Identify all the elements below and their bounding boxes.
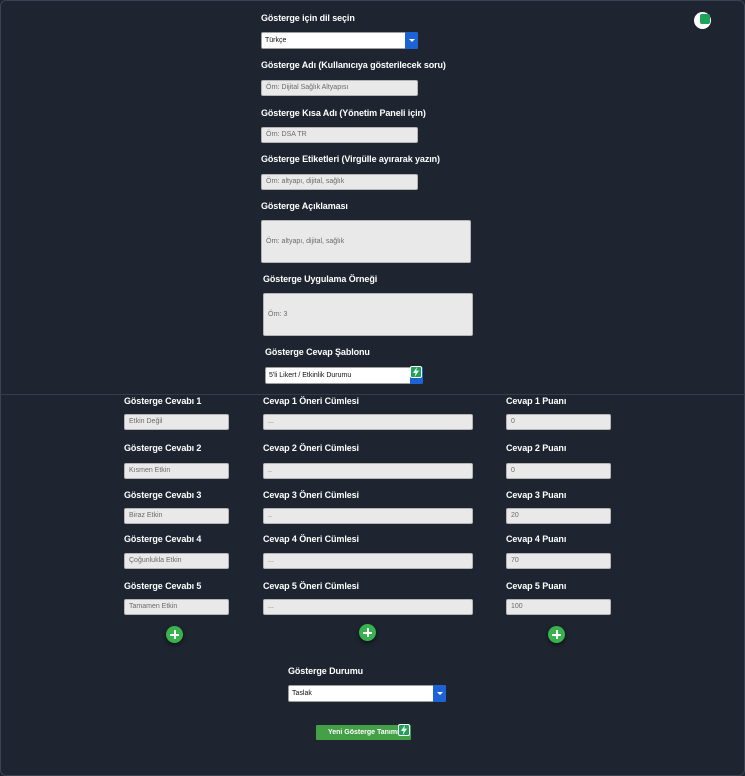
indicator-name-label: Gösterge Adı (Kullanıcıya gösterilecek s… bbox=[261, 60, 446, 70]
sentence-label-2: Cevap 2 Öneri Cümlesi bbox=[263, 443, 359, 453]
sentence-label-1: Cevap 1 Öneri Cümlesi bbox=[263, 396, 359, 406]
score-label-2: Cevap 2 Puanı bbox=[506, 443, 567, 453]
short-name-input[interactable]: Örn: DSA TR bbox=[261, 127, 418, 143]
score-label-4: Cevap 4 Puanı bbox=[506, 534, 567, 544]
add-answer-button[interactable] bbox=[166, 626, 183, 643]
example-textarea[interactable]: Örn: 3 bbox=[263, 293, 473, 336]
sentence-input-2[interactable]: .. bbox=[263, 463, 473, 479]
score-label-1: Cevap 1 Puanı bbox=[506, 396, 567, 406]
tags-label: Gösterge Etiketleri (Virgülle ayırarak y… bbox=[261, 154, 440, 164]
score-input-1[interactable]: 0 bbox=[506, 414, 611, 430]
answer-input-5[interactable]: Tamamen Etkin bbox=[124, 599, 229, 615]
sentence-input-3[interactable]: .. bbox=[263, 508, 473, 524]
answer-label-5: Gösterge Cevabı 5 bbox=[124, 581, 202, 591]
chevron-down-icon[interactable] bbox=[433, 685, 446, 702]
example-label: Gösterge Uygulama Örneği bbox=[263, 274, 378, 284]
sentence-input-1[interactable]: ... bbox=[263, 414, 473, 430]
language-label: Gösterge için dil seçin bbox=[261, 13, 355, 23]
lightning-badge-icon[interactable] bbox=[410, 366, 422, 378]
answer-template-label: Gösterge Cevap Şablonu bbox=[265, 347, 370, 357]
short-name-label: Gösterge Kısa Adı (Yönetim Paneli için) bbox=[261, 108, 426, 118]
tags-input[interactable]: Örn: altyapı, dijital, sağlık bbox=[261, 174, 418, 190]
sentence-label-3: Cevap 3 Öneri Cümlesi bbox=[263, 490, 359, 500]
description-placeholder: Örn: altyapı, dijital, sağlık bbox=[266, 238, 345, 245]
answer-label-4: Gösterge Cevabı 4 bbox=[124, 534, 202, 544]
answer-input-2[interactable]: Kısmen Etkin bbox=[124, 463, 229, 479]
chevron-down-icon[interactable] bbox=[405, 32, 418, 49]
sentence-input-5[interactable]: ... bbox=[263, 599, 473, 615]
language-selected: Türkçe bbox=[265, 37, 287, 44]
score-input-3[interactable]: 20 bbox=[506, 508, 611, 524]
answer-input-4[interactable]: Çoğunlukla Etkin bbox=[124, 553, 229, 569]
status-select[interactable]: Taslak bbox=[288, 685, 446, 702]
example-placeholder: Örn: 3 bbox=[268, 311, 288, 318]
answer-template-selected: 5'li Likert / Etkinlik Durumu bbox=[269, 372, 352, 379]
add-score-button[interactable] bbox=[548, 626, 565, 643]
section-divider bbox=[0, 394, 745, 395]
score-label-5: Cevap 5 Puanı bbox=[506, 581, 567, 591]
answer-label-3: Gösterge Cevabı 3 bbox=[124, 490, 202, 500]
description-textarea[interactable]: Örn: altyapı, dijital, sağlık bbox=[261, 220, 471, 263]
description-label: Gösterge Açıklaması bbox=[261, 201, 348, 211]
sentence-label-5: Cevap 5 Öneri Cümlesi bbox=[263, 581, 359, 591]
score-input-5[interactable]: 100 bbox=[506, 599, 611, 615]
status-label: Gösterge Durumu bbox=[288, 666, 364, 676]
status-selected: Taslak bbox=[292, 690, 312, 697]
answer-label-2: Gösterge Cevabı 2 bbox=[124, 443, 202, 453]
sentence-label-4: Cevap 4 Öneri Cümlesi bbox=[263, 534, 359, 544]
score-input-4[interactable]: 70 bbox=[506, 553, 611, 569]
answer-input-3[interactable]: Biraz Etkin bbox=[124, 508, 229, 524]
answer-input-1[interactable]: Etkin Değil bbox=[124, 414, 229, 430]
lightning-badge-icon[interactable] bbox=[398, 724, 410, 736]
extension-bolt-icon[interactable] bbox=[694, 12, 711, 29]
indicator-name-input[interactable]: Örn: Dijital Sağlık Altyapısı bbox=[261, 80, 418, 96]
score-label-3: Cevap 3 Puanı bbox=[506, 490, 567, 500]
answer-label-1: Gösterge Cevabı 1 bbox=[124, 396, 202, 406]
language-select[interactable]: Türkçe bbox=[261, 32, 418, 49]
answer-template-select[interactable]: 5'li Likert / Etkinlik Durumu bbox=[265, 367, 423, 384]
submit-button[interactable]: Yeni Gösterge Tanımı bbox=[316, 725, 411, 740]
sentence-input-4[interactable]: ... bbox=[263, 553, 473, 569]
score-input-2[interactable]: 0 bbox=[506, 463, 611, 479]
add-sentence-button[interactable] bbox=[359, 624, 376, 641]
